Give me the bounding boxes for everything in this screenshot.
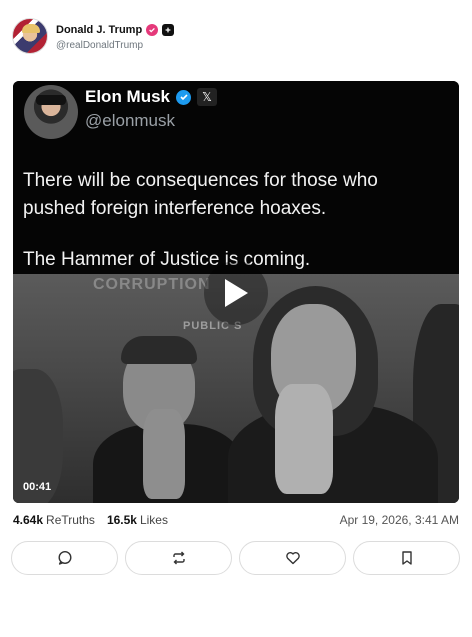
quoted-author-handle: @elonmusk [85, 111, 176, 130]
likes-label[interactable]: Likes [140, 513, 168, 527]
bookmark-icon [401, 551, 412, 565]
post-header: Donald J. Trump @realDonaldTrump [12, 18, 175, 54]
retruth-button[interactable] [125, 541, 232, 575]
retruths-label[interactable]: ReTruths [46, 513, 95, 527]
play-icon [225, 279, 248, 307]
background-sign-text: CORRUPTION [93, 276, 211, 293]
like-icon [285, 551, 300, 565]
video-duration: 00:41 [23, 481, 52, 493]
reply-icon [57, 550, 72, 565]
author-handle[interactable]: @realDonaldTrump [56, 40, 174, 51]
author-names: Donald J. Trump @realDonaldTrump [56, 22, 175, 51]
plus-badge-icon [162, 23, 175, 36]
woman-raised-hand [275, 384, 333, 494]
quoted-author-avatar [24, 85, 78, 139]
post-timestamp[interactable]: Apr 19, 2026, 3:41 AM [340, 513, 459, 527]
man-figure-hair [121, 336, 197, 364]
play-button[interactable] [204, 261, 268, 325]
bookmark-button[interactable] [353, 541, 460, 575]
quoted-text-line1: There will be consequences for those who… [23, 170, 378, 219]
quoted-post-image: Elon Musk 𝕏 @elonmusk There will be cons… [13, 81, 459, 274]
man-raised-hand [143, 409, 185, 499]
x-logo-icon: 𝕏 [197, 88, 218, 106]
quoted-author-name: Elon Musk [85, 87, 171, 106]
retruths-count[interactable]: 4.64k [13, 513, 43, 527]
retruth-icon [172, 551, 185, 565]
post-actions [11, 541, 461, 575]
reply-button[interactable] [11, 541, 118, 575]
like-button[interactable] [239, 541, 346, 575]
quoted-verified-icon [176, 89, 192, 105]
verified-badge-icon [146, 23, 159, 36]
author-avatar[interactable] [12, 18, 48, 54]
video-player[interactable]: Elon Musk 𝕏 @elonmusk There will be cons… [13, 81, 459, 503]
likes-count[interactable]: 16.5k [107, 513, 137, 527]
post-stats: 4.64k ReTruths 16.5k Likes Apr 19, 2026,… [13, 513, 459, 527]
author-display-name[interactable]: Donald J. Trump [56, 24, 142, 36]
